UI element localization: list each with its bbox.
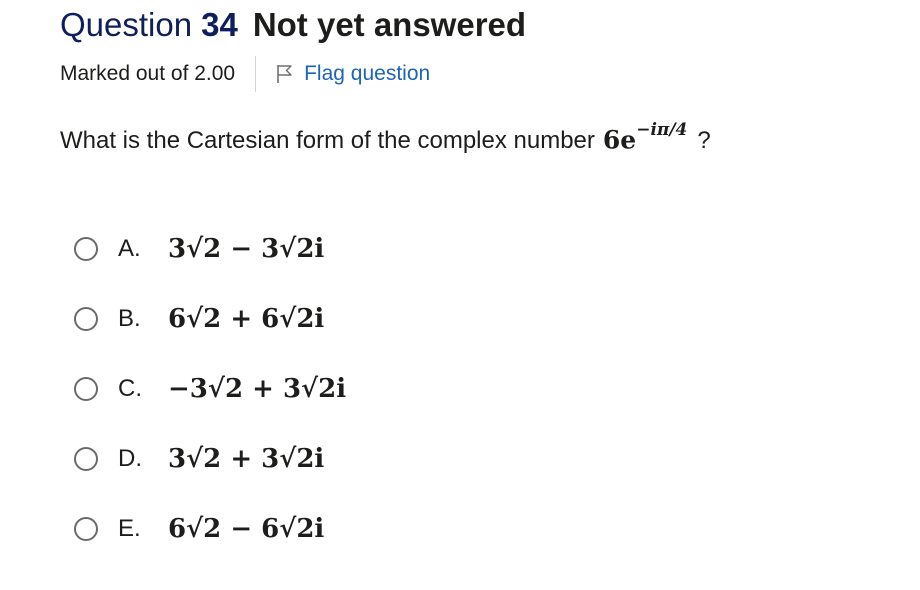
question-header: Question 34 Not yet answered	[60, 6, 526, 48]
answer-options: A. 3√2 − 3√2i B. 6√2 + 6√2i C. −3√2 + 3√…	[74, 214, 674, 564]
answer-option-d[interactable]: D. 3√2 + 3√2i	[74, 424, 674, 494]
question-number: 34	[201, 6, 238, 43]
expression-exponent: −iπ/4	[636, 120, 688, 140]
flag-question-label: Flag question	[304, 62, 431, 85]
question-info: Marked out of 2.00 Flag question	[60, 56, 430, 92]
question-label: Question	[60, 6, 193, 43]
option-answer: 3√2 + 3√2i	[168, 444, 325, 474]
flag-question-link[interactable]: Flag question	[276, 62, 430, 86]
option-letter: C.	[118, 375, 142, 402]
answer-option-c[interactable]: C. −3√2 + 3√2i	[74, 354, 674, 424]
question-prompt: What is the Cartesian form of the comple…	[60, 127, 595, 155]
question-expression: 6e−iπ/4	[602, 120, 688, 155]
option-letter: E.	[118, 515, 141, 542]
option-letter: A.	[118, 235, 141, 262]
radio-icon[interactable]	[74, 377, 98, 401]
answer-option-e[interactable]: E. 6√2 − 6√2i	[74, 494, 674, 564]
radio-icon[interactable]	[74, 307, 98, 331]
radio-icon[interactable]	[74, 447, 98, 471]
expression-base: 6e	[602, 125, 637, 155]
question-state: Not yet answered	[252, 6, 527, 43]
info-divider	[255, 56, 257, 92]
question-mark: ?	[697, 127, 711, 155]
radio-icon[interactable]	[74, 517, 98, 541]
option-answer: −3√2 + 3√2i	[168, 374, 347, 404]
radio-icon[interactable]	[74, 237, 98, 261]
flag-icon	[277, 65, 292, 83]
option-answer: 3√2 − 3√2i	[168, 234, 325, 264]
option-letter: B.	[118, 305, 141, 332]
marked-out-of: Marked out of 2.00	[60, 62, 236, 85]
question-text: What is the Cartesian form of the comple…	[60, 120, 711, 172]
answer-option-b[interactable]: B. 6√2 + 6√2i	[74, 284, 674, 354]
option-answer: 6√2 + 6√2i	[168, 304, 325, 334]
answer-option-a[interactable]: A. 3√2 − 3√2i	[74, 214, 674, 284]
option-letter: D.	[118, 445, 142, 472]
option-answer: 6√2 − 6√2i	[168, 514, 325, 544]
